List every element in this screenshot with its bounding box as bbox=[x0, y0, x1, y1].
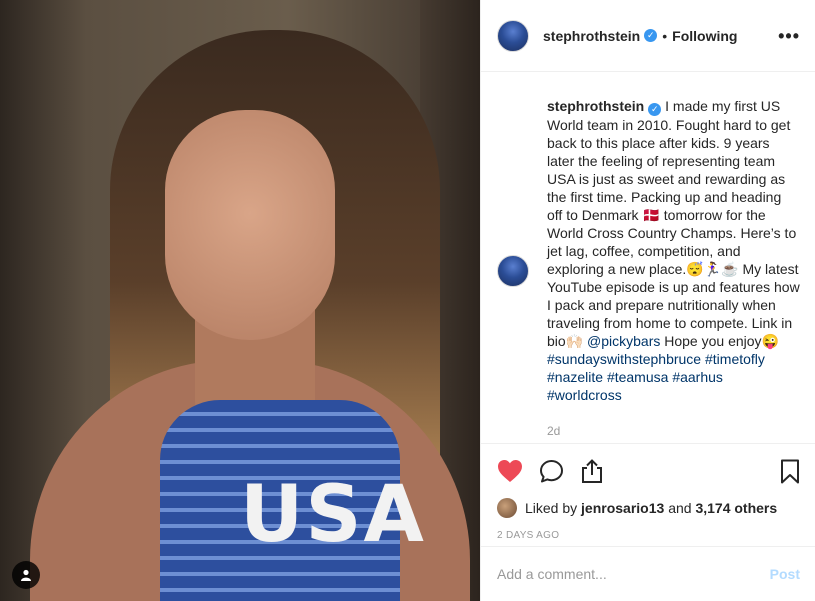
hashtag-link[interactable]: #worldcross bbox=[547, 387, 622, 403]
photo-shirt-text: USA bbox=[240, 470, 426, 560]
comment-form: Post bbox=[481, 546, 815, 601]
photo-face bbox=[165, 110, 335, 340]
hashtag-link[interactable]: #timetofly bbox=[705, 351, 765, 367]
verified-badge-icon: ✓ bbox=[644, 29, 658, 42]
post-header: stephrothstein ✓ • Following ••• bbox=[481, 0, 815, 72]
share-icon bbox=[582, 458, 602, 483]
following-button[interactable]: Following bbox=[672, 28, 737, 44]
share-button[interactable] bbox=[580, 458, 604, 484]
caption-text: stephrothstein ✓ I made my first US World… bbox=[547, 97, 800, 404]
comment-icon bbox=[540, 459, 563, 482]
user-icon bbox=[21, 569, 31, 581]
caption-verified-icon: ✓ bbox=[648, 102, 662, 116]
hashtag-link[interactable]: #teamusa bbox=[607, 369, 668, 385]
comment-input[interactable] bbox=[497, 566, 770, 582]
action-icons bbox=[497, 444, 800, 498]
post-actions: Liked by jenrosario13 and 3,174 others 2… bbox=[481, 443, 815, 541]
post-timestamp[interactable]: 2 DAYS AGO bbox=[497, 530, 800, 541]
post-sidebar: stephrothstein ✓ • Following ••• stephro… bbox=[480, 0, 815, 601]
likes-summary: Liked by jenrosario13 and 3,174 others bbox=[497, 498, 800, 518]
liker-avatar[interactable] bbox=[497, 498, 517, 518]
liked-by-and: and bbox=[668, 500, 692, 516]
hashtag-link[interactable]: #nazelite bbox=[547, 369, 603, 385]
like-button[interactable] bbox=[497, 459, 523, 483]
bookmark-icon bbox=[781, 459, 799, 483]
heart-icon bbox=[498, 460, 522, 482]
post-comment-button[interactable]: Post bbox=[770, 566, 800, 582]
caption-age: 2d bbox=[547, 423, 561, 438]
hashtag-link[interactable]: #sundayswithstephbruce bbox=[547, 351, 701, 367]
mention-link[interactable]: @pickybars bbox=[587, 333, 660, 349]
post-photo[interactable]: USA bbox=[0, 0, 480, 601]
caption: stephrothstein ✓ I made my first US World… bbox=[497, 97, 800, 404]
header-separator: • bbox=[662, 27, 668, 44]
save-button[interactable] bbox=[780, 459, 800, 484]
author-avatar[interactable] bbox=[497, 19, 529, 52]
liked-by-prefix: Liked by bbox=[525, 500, 578, 516]
author-username[interactable]: stephrothstein bbox=[543, 28, 640, 44]
likes-count-link[interactable]: 3,174 others bbox=[695, 500, 777, 516]
comment-button[interactable] bbox=[539, 459, 564, 484]
hashtag-link[interactable]: #aarhus bbox=[672, 369, 723, 385]
caption-body: I made my first US World team in 2010. F… bbox=[547, 98, 800, 349]
caption-body-end: Hope you enjoy😜 bbox=[660, 332, 779, 349]
caption-username[interactable]: stephrothstein bbox=[547, 98, 644, 114]
caption-avatar[interactable] bbox=[497, 255, 529, 287]
instagram-post: USA stephrothstein ✓ • Following ••• ste… bbox=[0, 0, 815, 601]
more-options-icon[interactable]: ••• bbox=[778, 26, 800, 47]
comments-area[interactable]: stephrothstein ✓ I made my first US World… bbox=[481, 73, 815, 443]
liked-by-user[interactable]: jenrosario13 bbox=[581, 500, 664, 516]
tagged-users-button[interactable] bbox=[12, 561, 40, 589]
